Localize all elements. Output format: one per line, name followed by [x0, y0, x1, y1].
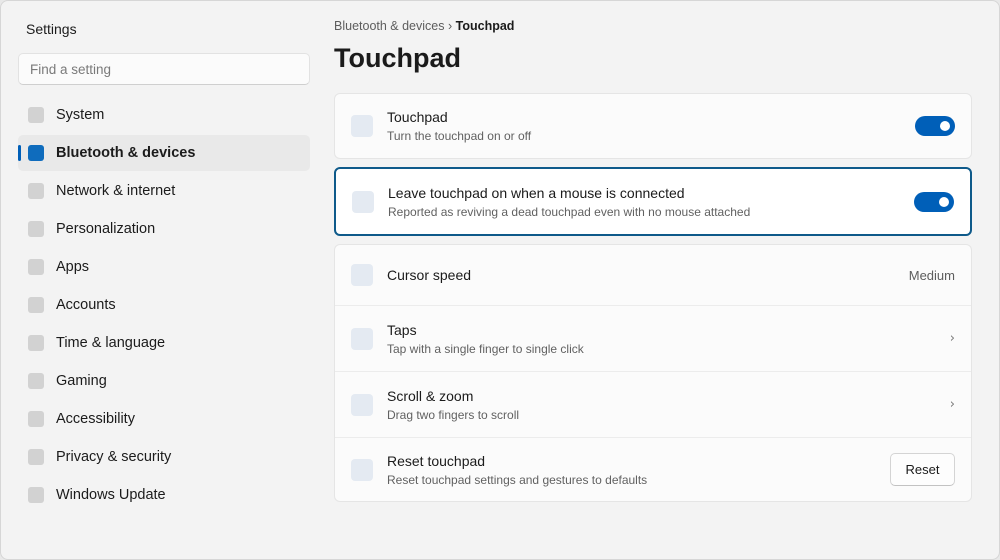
row-text: Cursor speed	[387, 267, 909, 283]
touchpad-row[interactable]: Touchpad Turn the touchpad on or off	[335, 94, 971, 158]
row-title: Scroll & zoom	[387, 387, 474, 404]
row-text: Reset touchpad Reset touchpad settings a…	[387, 453, 890, 487]
touchpad-options-card: Cursor speed Medium Taps Tap with a sing…	[334, 244, 972, 502]
row-subtitle: Drag two fingers to scroll	[387, 407, 520, 422]
touchpad-icon	[351, 115, 373, 137]
active-indicator	[18, 145, 21, 161]
taps-row[interactable]: Taps Tap with a single finger to single …	[335, 306, 971, 372]
sidebar-item-label: Bluetooth & devices	[56, 145, 196, 161]
sidebar-item-label: Windows Update	[56, 487, 166, 503]
mouse-icon	[352, 190, 374, 213]
network-icon	[28, 183, 44, 199]
clock-icon	[28, 335, 44, 351]
reset-row: Reset touchpad Reset touchpad settings a…	[335, 438, 971, 501]
sidebar-item-label: Privacy & security	[56, 449, 172, 465]
sidebar-item-label: Personalization	[56, 221, 156, 237]
row-title: Taps	[387, 321, 417, 338]
app-title: Settings	[26, 21, 77, 37]
row-text: Taps Tap with a single finger to single …	[387, 322, 950, 356]
page-title: Touchpad	[334, 43, 461, 73]
breadcrumb: Bluetooth & devices › Touchpad	[334, 19, 514, 33]
scroll-icon	[351, 393, 373, 416]
leave-on-card: Leave touchpad on when a mouse is connec…	[334, 167, 972, 236]
breadcrumb-current: Touchpad	[455, 19, 515, 33]
sidebar: Settings System Bluetooth & devices Netw…	[1, 1, 327, 559]
tap-icon	[351, 327, 373, 350]
gamepad-icon	[28, 373, 44, 389]
settings-window: Settings System Bluetooth & devices Netw…	[0, 0, 1000, 560]
row-title: Touchpad	[387, 109, 448, 125]
sidebar-item-apps[interactable]: Apps	[18, 249, 310, 285]
sidebar-item-label: Time & language	[56, 335, 166, 351]
row-text: Scroll & zoom Drag two fingers to scroll	[387, 388, 950, 422]
sidebar-item-privacy-security[interactable]: Privacy & security	[18, 439, 310, 475]
sidebar-item-label: Accessibility	[56, 411, 135, 427]
leave-on-row[interactable]: Leave touchpad on when a mouse is connec…	[336, 169, 970, 234]
chevron-right-icon[interactable]: ›	[950, 397, 955, 412]
system-icon	[28, 107, 44, 123]
breadcrumb-parent[interactable]: Bluetooth & devices	[334, 19, 445, 33]
sidebar-item-windows-update[interactable]: Windows Update	[18, 477, 310, 513]
brush-icon	[28, 221, 44, 237]
breadcrumb-separator: ›	[447, 19, 453, 33]
accessibility-icon	[28, 411, 44, 427]
row-text: Touchpad Turn the touchpad on or off	[387, 109, 915, 143]
sidebar-item-label: Network & internet	[56, 183, 176, 199]
cursor-speed-value: Medium	[908, 267, 955, 283]
apps-icon	[28, 259, 44, 275]
search-input[interactable]	[18, 53, 310, 85]
sidebar-item-label: Apps	[56, 259, 90, 275]
reset-icon	[351, 458, 373, 481]
sidebar-item-accounts[interactable]: Accounts	[18, 287, 310, 323]
row-subtitle: Reset touchpad settings and gestures to …	[387, 472, 648, 487]
sidebar-item-label: Gaming	[56, 373, 107, 389]
sidebar-item-label: System	[56, 107, 105, 123]
bluetooth-icon	[28, 145, 44, 161]
person-icon	[28, 297, 44, 313]
sidebar-item-time-language[interactable]: Time & language	[18, 325, 310, 361]
reset-button[interactable]: Reset	[890, 453, 955, 486]
row-text: Leave touchpad on when a mouse is connec…	[388, 185, 914, 219]
leave-on-toggle[interactable]	[914, 191, 954, 212]
touchpad-card: Touchpad Turn the touchpad on or off	[334, 93, 972, 159]
row-title: Leave touchpad on when a mouse is connec…	[388, 184, 685, 201]
cursor-speed-row[interactable]: Cursor speed Medium	[335, 245, 971, 306]
row-title: Reset touchpad	[387, 452, 486, 469]
touchpad-toggle[interactable]	[915, 116, 955, 136]
row-subtitle: Tap with a single finger to single click	[387, 341, 584, 356]
sidebar-item-system[interactable]: System	[18, 97, 310, 133]
toggle-knob	[939, 196, 949, 207]
cursor-icon	[351, 264, 373, 286]
row-subtitle: Turn the touchpad on or off	[387, 129, 532, 143]
row-title: Cursor speed	[387, 267, 472, 283]
update-icon	[28, 487, 44, 503]
sidebar-item-network-internet[interactable]: Network & internet	[18, 173, 310, 209]
sidebar-item-personalization[interactable]: Personalization	[18, 211, 310, 247]
toggle-knob	[940, 121, 950, 131]
chevron-right-icon[interactable]: ›	[950, 331, 955, 346]
row-subtitle: Reported as reviving a dead touchpad eve…	[388, 204, 751, 219]
main-content: Bluetooth & devices › Touchpad Touchpad …	[334, 1, 972, 559]
sidebar-item-gaming[interactable]: Gaming	[18, 363, 310, 399]
sidebar-item-accessibility[interactable]: Accessibility	[18, 401, 310, 437]
sidebar-nav: System Bluetooth & devices Network & int…	[18, 97, 310, 515]
scroll-zoom-row[interactable]: Scroll & zoom Drag two fingers to scroll…	[335, 372, 971, 438]
shield-icon	[28, 449, 44, 465]
sidebar-item-label: Accounts	[56, 297, 116, 313]
sidebar-item-bluetooth-devices[interactable]: Bluetooth & devices	[18, 135, 310, 171]
